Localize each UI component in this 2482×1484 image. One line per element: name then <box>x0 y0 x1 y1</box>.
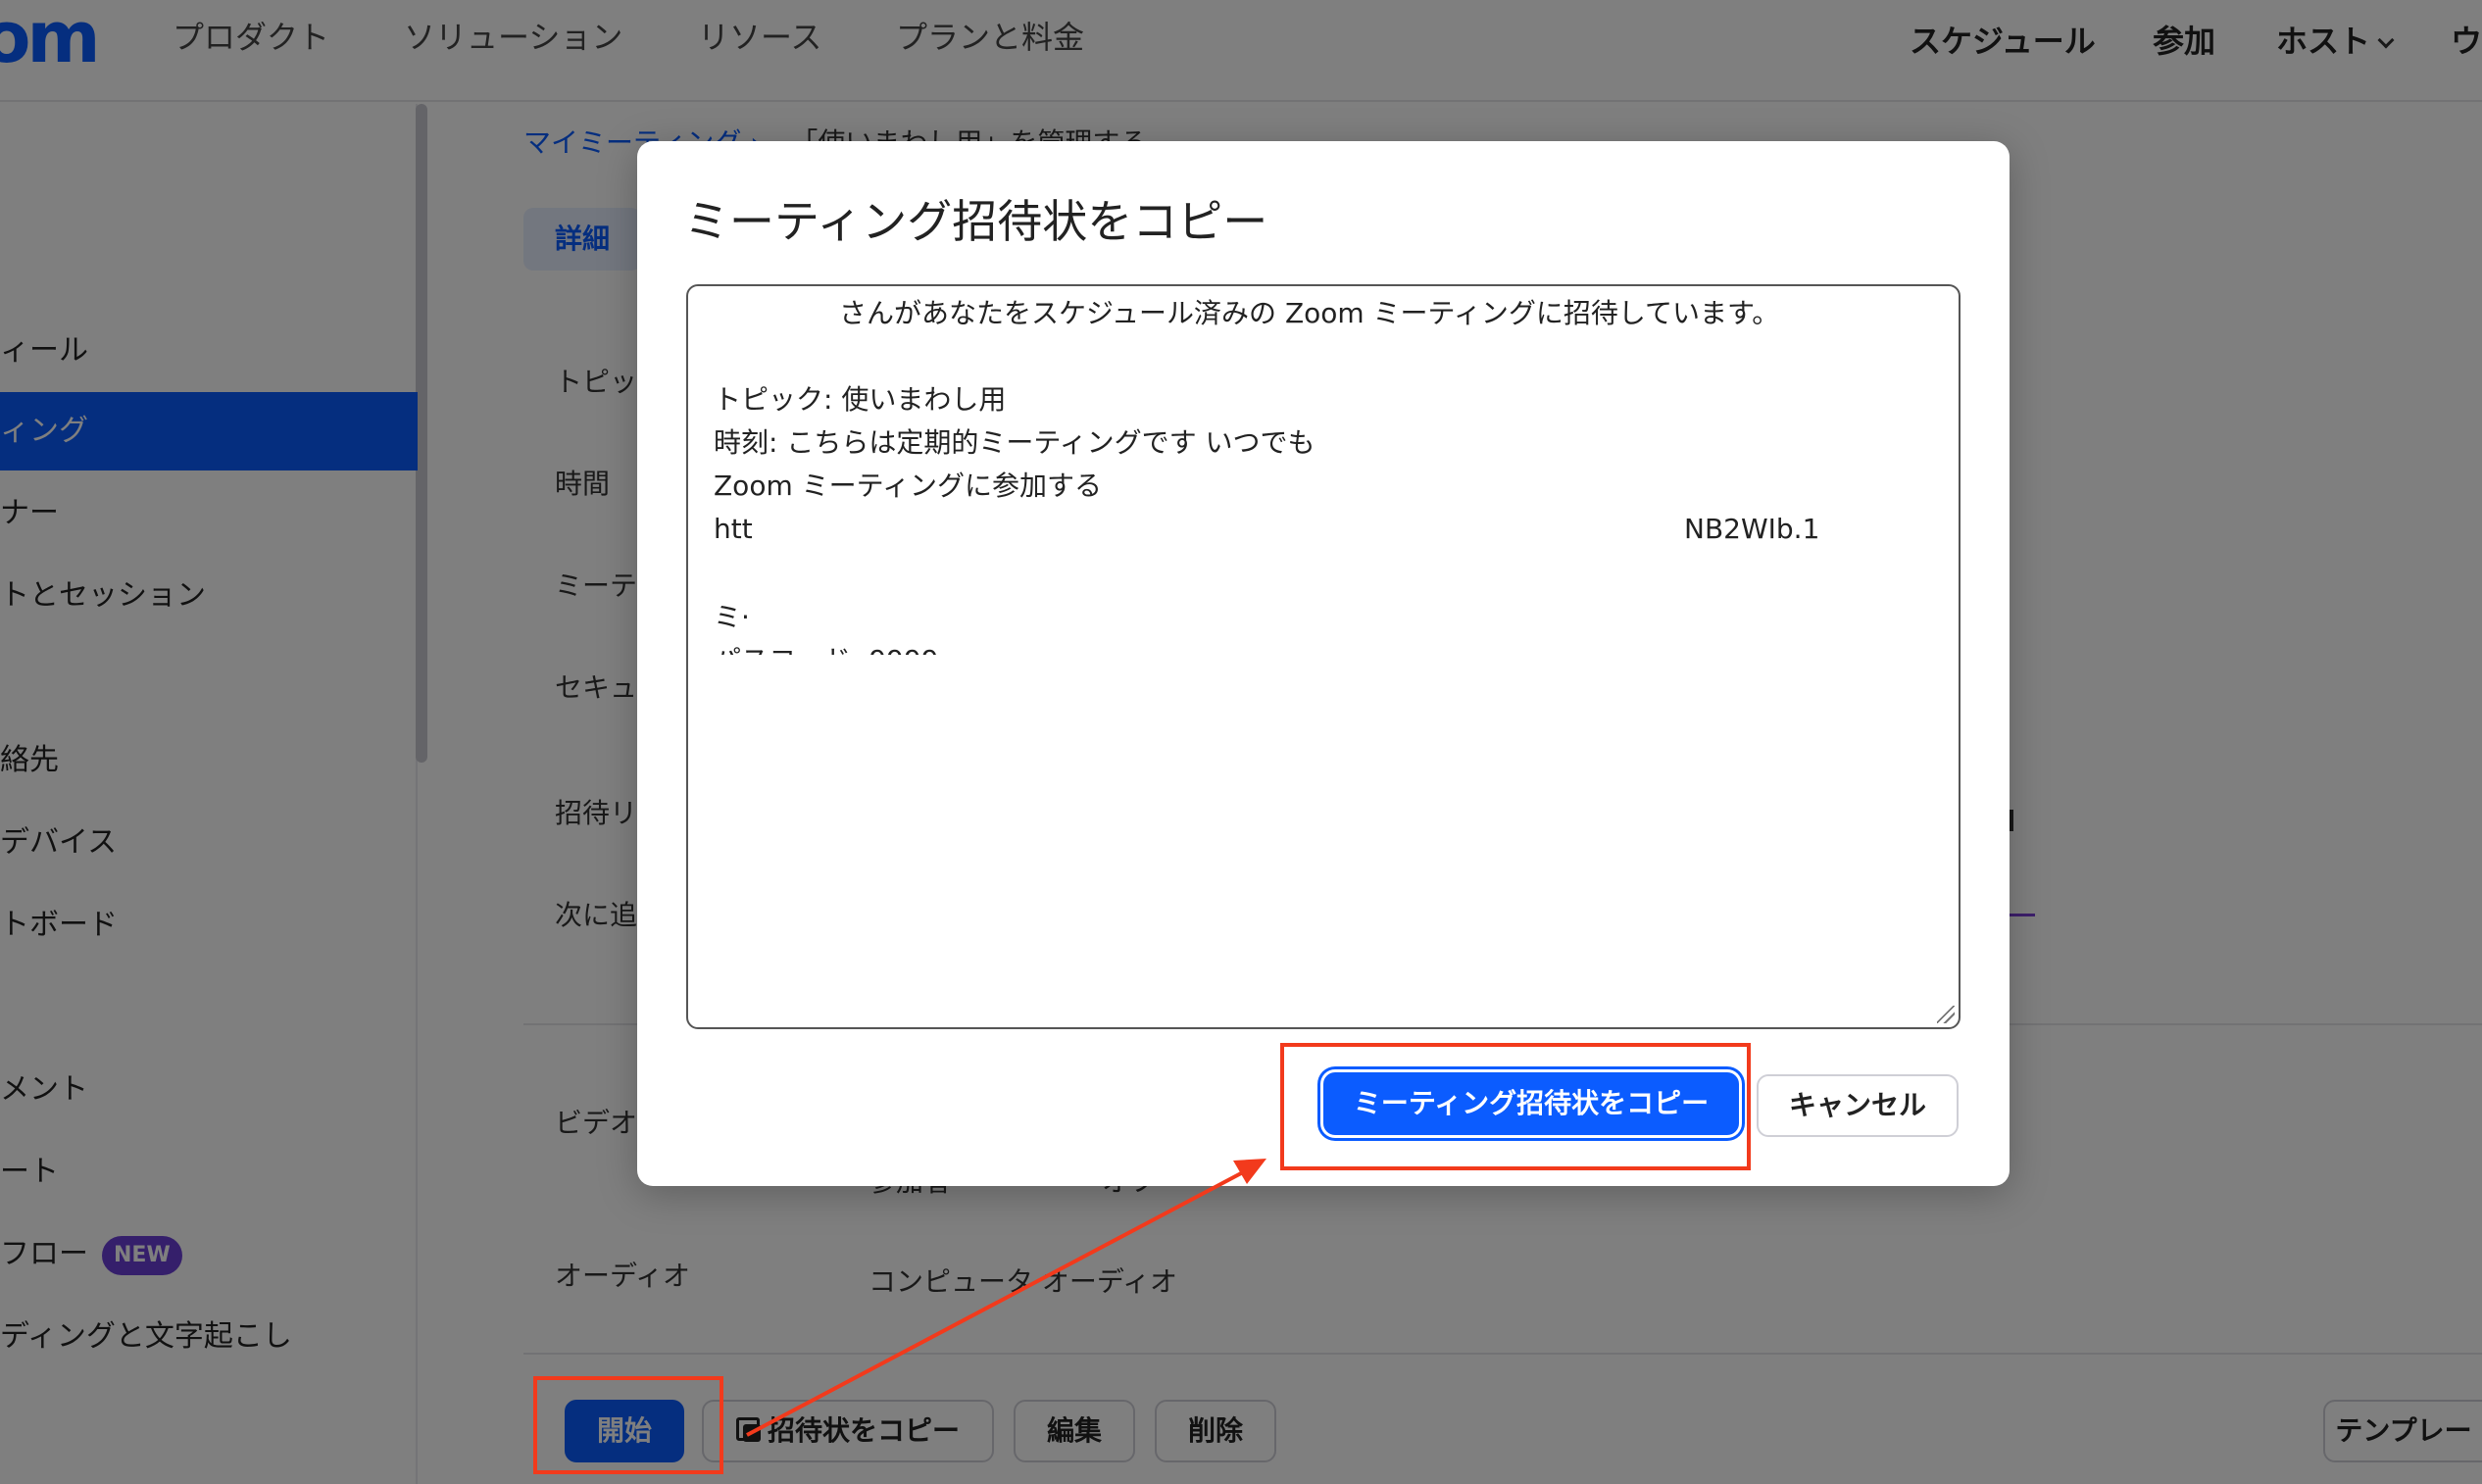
invite-line: Zoom ミーティングに参加する <box>714 470 1102 502</box>
invite-line: さんがあなたをスケジュール済みの Zoom ミーティングに招待しています。 <box>839 297 1780 329</box>
copy-invitation-dialog: ミーティング招待状をコピー さんがあなたをスケジュール済みの Zoom ミーティ… <box>637 141 2010 1186</box>
resize-handle[interactable] <box>1937 1006 1955 1023</box>
invite-url-start: htt <box>714 513 753 545</box>
invitation-text-area[interactable]: さんがあなたをスケジュール済みの Zoom ミーティングに招待しています。 トピ… <box>686 284 1961 1029</box>
dialog-title: ミーティング招待状をコピー <box>684 195 1268 248</box>
invite-meeting-id: ミ· <box>714 601 750 633</box>
highlight-box-copy-button <box>1280 1043 1751 1170</box>
cancel-button[interactable]: キャンセル <box>1757 1074 1959 1137</box>
redaction <box>714 655 1008 690</box>
highlight-box-start-button <box>533 1376 723 1474</box>
invite-url-end: NB2WIb.1 <box>1684 513 1820 545</box>
invite-line: 時刻: こちらは定期的ミーティングです いつでも <box>714 426 1315 459</box>
invite-line: トピック: 使いまわし用 <box>714 383 1007 416</box>
